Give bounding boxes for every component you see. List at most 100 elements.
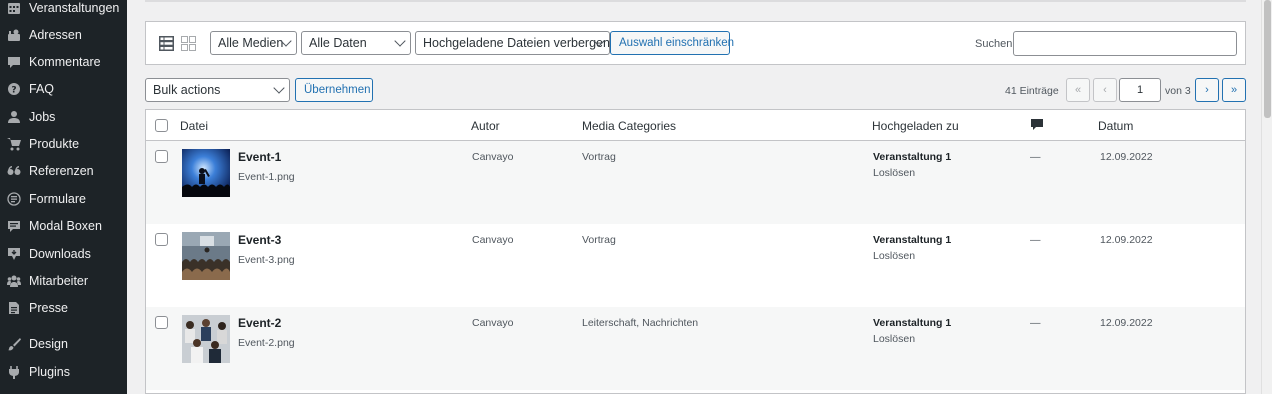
media-uploaded-to: Veranstaltung 1	[873, 234, 951, 246]
scrollbar-thumb[interactable]	[1264, 0, 1271, 118]
column-date[interactable]: Datum	[1098, 119, 1133, 133]
sidebar-item-label: Jobs	[29, 109, 56, 124]
row-checkbox[interactable]	[155, 316, 168, 329]
media-author[interactable]: Canvayo	[472, 317, 513, 329]
bulk-actions-select[interactable]: Bulk actions	[145, 78, 290, 102]
users-icon	[7, 110, 21, 124]
media-author[interactable]: Canvayo	[472, 234, 513, 246]
event-1-thumbnail[interactable]	[182, 149, 230, 197]
sidebar-item-presse[interactable]: Presse	[0, 294, 127, 321]
comment-icon[interactable]	[1031, 119, 1043, 131]
detach-link[interactable]: Loslösen	[873, 250, 915, 262]
detach-link[interactable]: Loslösen	[873, 333, 915, 345]
groups-icon	[7, 274, 21, 288]
sidebar-item-veranstaltungen[interactable]: Veranstaltungen	[0, 0, 127, 21]
sidebar-item-formulare[interactable]: Formulare	[0, 185, 127, 212]
sidebar-item-modal-boxen[interactable]: Modal Boxen	[0, 212, 127, 239]
media-comments: —	[1030, 317, 1041, 329]
column-uploaded-to[interactable]: Hochgeladen zu	[872, 119, 959, 133]
sidebar-item-produkte[interactable]: Produkte	[0, 130, 127, 157]
top-divider	[145, 0, 1246, 2]
media-title[interactable]: Event-3	[238, 233, 281, 247]
media-date: 12.09.2022	[1100, 317, 1153, 329]
sidebar-item-label: Kommentare	[29, 54, 101, 69]
sidebar-item-faq[interactable]: ? FAQ	[0, 75, 127, 102]
next-page-button[interactable]: ›	[1195, 78, 1219, 102]
sidebar-item-design[interactable]: Design	[0, 330, 127, 357]
first-page-button: «	[1066, 78, 1090, 102]
row-checkbox[interactable]	[155, 150, 168, 163]
help-icon: ?	[7, 82, 21, 96]
table-header: Datei Autor Media Categories Hochgeladen…	[146, 110, 1245, 141]
bulk-actions-value: Bulk actions	[153, 83, 221, 97]
media-date: 12.09.2022	[1100, 234, 1153, 246]
calendar-icon	[7, 1, 21, 15]
sidebar-item-plugins[interactable]: Plugins	[0, 358, 127, 385]
select-all-checkbox[interactable]	[155, 119, 168, 132]
current-page-input[interactable]: 1	[1119, 78, 1161, 102]
items-count: 41 Einträge	[1005, 85, 1059, 97]
date-filter-value: Alle Daten	[309, 36, 367, 50]
total-pages-label: von 3	[1165, 85, 1191, 97]
sidebar-item-label: Mitarbeiter	[29, 273, 89, 288]
media-type-value: Alle Medien	[218, 36, 284, 50]
search-label: Suchen	[975, 38, 1013, 50]
table-row: Event-1 Event-1.png Canvayo Vortrag Vera…	[146, 141, 1245, 224]
uploaded-filter-select[interactable]: Hochgeladene Dateien verbergen	[415, 31, 610, 55]
list-view-icon[interactable]	[159, 36, 174, 51]
last-page-button[interactable]: »	[1222, 78, 1246, 102]
sidebar-item-label: Modal Boxen	[29, 218, 102, 233]
uploaded-to-link[interactable]: Veranstaltung 1	[873, 317, 951, 329]
media-comments: —	[1030, 234, 1041, 246]
restrict-selection-button[interactable]: Auswahl einschränken	[610, 31, 734, 55]
sidebar-item-label: Produkte	[29, 136, 80, 151]
sidebar-item-mitarbeiter[interactable]: Mitarbeiter	[0, 267, 127, 294]
modal-icon	[7, 219, 21, 233]
media-categories[interactable]: Vortrag	[582, 234, 616, 246]
media-comments: —	[1030, 151, 1041, 163]
media-categories[interactable]: Vortrag	[582, 151, 616, 163]
sidebar-item-label: Veranstaltungen	[29, 0, 120, 15]
prev-page-button: ‹	[1093, 78, 1117, 102]
sidebar-item-adressen[interactable]: Adressen	[0, 21, 127, 48]
chevron-down-icon	[394, 35, 406, 47]
uploaded-to-link[interactable]: Veranstaltung 1	[873, 151, 951, 163]
media-table: Datei Autor Media Categories Hochgeladen…	[145, 109, 1246, 394]
sidebar-item-label: Plugins	[29, 364, 70, 379]
sidebar-item-label: Adressen	[29, 27, 82, 42]
uploaded-to-link[interactable]: Veranstaltung 1	[873, 234, 951, 246]
uploaded-filter-value: Hochgeladene Dateien verbergen	[423, 36, 610, 50]
sidebar-item-jobs[interactable]: Jobs	[0, 103, 127, 130]
comment-icon	[7, 55, 21, 69]
media-title[interactable]: Event-1	[238, 150, 281, 164]
media-categories[interactable]: Leiterschaft, Nachrichten	[582, 317, 698, 329]
sidebar-item-referenzen[interactable]: Referenzen	[0, 157, 127, 184]
media-filename: Event-1.png	[238, 171, 295, 183]
page-scrollbar[interactable]	[1261, 0, 1272, 394]
sidebar-item-downloads[interactable]: Downloads	[0, 240, 127, 267]
grid-view-icon[interactable]	[181, 36, 196, 51]
apply-button[interactable]: Übernehmen	[295, 78, 373, 102]
sidebar-item-label: FAQ	[29, 81, 55, 96]
chevron-down-icon	[273, 82, 285, 94]
address-icon	[7, 28, 21, 42]
media-author[interactable]: Canvayo	[472, 151, 513, 163]
search-input[interactable]	[1013, 31, 1237, 56]
column-author[interactable]: Autor	[471, 119, 500, 133]
sidebar-item-label: Referenzen	[29, 163, 94, 178]
date-filter-select[interactable]: Alle Daten	[301, 31, 411, 55]
column-categories: Media Categories	[582, 119, 677, 133]
svg-text:?: ?	[11, 85, 16, 95]
media-type-select[interactable]: Alle Medien	[210, 31, 297, 55]
detach-link[interactable]: Loslösen	[873, 167, 915, 179]
sidebar-item-kommentare[interactable]: Kommentare	[0, 48, 127, 75]
column-file[interactable]: Datei	[180, 119, 208, 133]
brush-icon	[7, 337, 21, 351]
event-2-thumbnail[interactable]	[182, 315, 230, 363]
admin-sidebar: Veranstaltungen Adressen Kommentare ? FA…	[0, 0, 127, 394]
event-3-thumbnail[interactable]	[182, 232, 230, 280]
media-uploaded-to: Veranstaltung 1	[873, 151, 951, 163]
media-title[interactable]: Event-2	[238, 316, 281, 330]
media-date: 12.09.2022	[1100, 151, 1153, 163]
row-checkbox[interactable]	[155, 233, 168, 246]
